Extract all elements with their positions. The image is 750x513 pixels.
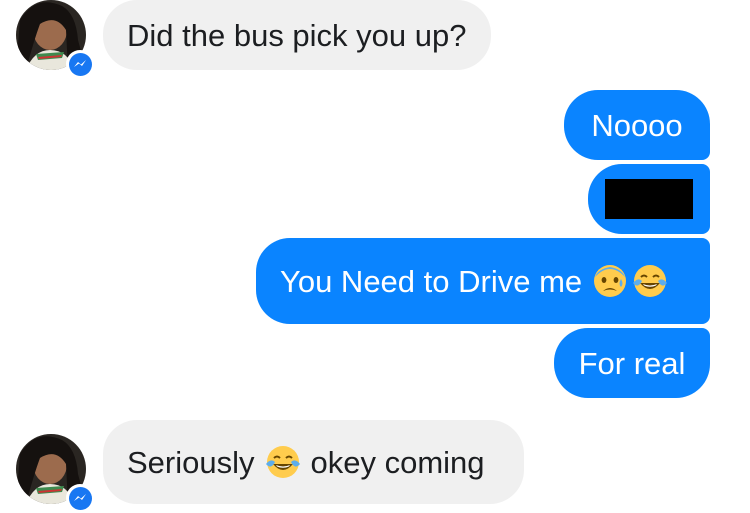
message-text: Seriously [127,444,255,480]
message-incoming: Did the bus pick you up? [103,0,491,70]
message-outgoing: For real [554,328,710,398]
message-incoming: Seriously okey coming [103,420,524,504]
messenger-badge-icon [66,50,94,78]
anxious-face-with-sweat-icon [592,263,628,299]
messenger-badge-icon [66,484,94,512]
contact-avatar[interactable] [16,434,94,512]
message-outgoing: Noooo [564,90,710,160]
message-text: You Need to Drive me [280,263,583,299]
redacted-block [605,179,693,219]
contact-avatar[interactable] [16,0,94,78]
message-text: Noooo [591,107,683,143]
message-text: For real [578,345,686,381]
message-text: Did the bus pick you up? [127,17,467,53]
face-with-tears-of-joy-icon [265,444,301,480]
message-outgoing-redacted [588,164,710,234]
message-text: okey coming [310,444,485,480]
face-with-tears-of-joy-icon [632,263,668,299]
conversation: Did the bus pick you up? Noooo You Need … [0,0,750,513]
message-outgoing: You Need to Drive me [256,238,710,324]
